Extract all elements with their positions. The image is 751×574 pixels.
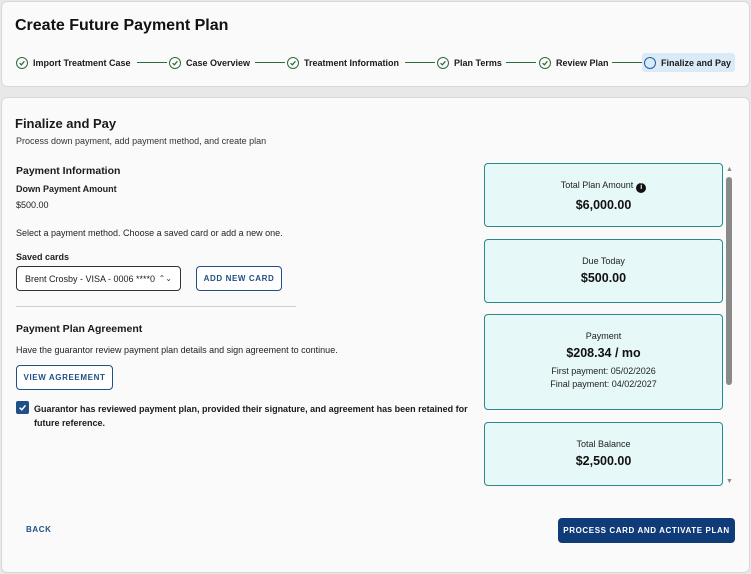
step-connector bbox=[405, 62, 435, 63]
header-panel bbox=[1, 1, 750, 87]
agreement-heading: Payment Plan Agreement bbox=[16, 323, 143, 335]
step-connector bbox=[137, 62, 167, 63]
due-today-card: Due Today $500.00 bbox=[484, 239, 723, 303]
step-label: Review Plan bbox=[556, 57, 609, 68]
check-circle-icon bbox=[287, 56, 299, 69]
view-agreement-button[interactable]: VIEW AGREEMENT bbox=[16, 365, 113, 390]
divider bbox=[16, 306, 296, 307]
step-finalize-and-pay[interactable]: Finalize and Pay bbox=[642, 53, 736, 72]
saved-cards-label: Saved cards bbox=[16, 252, 70, 262]
section-subtitle: Process down payment, add payment method… bbox=[16, 136, 267, 146]
payment-label: Payment bbox=[585, 331, 622, 341]
step-review-plan[interactable]: Review Plan bbox=[539, 53, 609, 72]
total-balance-card: Total Balance $2,500.00 bbox=[484, 422, 723, 486]
step-label: Treatment Information bbox=[304, 57, 400, 68]
step-connector bbox=[506, 62, 536, 63]
page-title: Create Future Payment Plan bbox=[15, 17, 229, 34]
payment-method-instruction: Select a payment method. Choose a saved … bbox=[16, 228, 283, 238]
stepper: Import Treatment Case Case Overview Trea… bbox=[16, 53, 736, 72]
guarantor-reviewed-label: Guarantor has reviewed payment plan, pro… bbox=[34, 404, 468, 428]
section-title: Finalize and Pay bbox=[15, 116, 117, 131]
guarantor-reviewed-checkbox[interactable] bbox=[16, 401, 29, 414]
step-treatment-information[interactable]: Treatment Information bbox=[287, 53, 399, 72]
total-balance-label: Total Balance bbox=[576, 439, 631, 449]
down-payment-value: $500.00 bbox=[16, 200, 49, 210]
step-case-overview[interactable]: Case Overview bbox=[169, 53, 250, 72]
info-icon[interactable]: i bbox=[636, 182, 647, 193]
step-connector bbox=[255, 62, 285, 63]
selected-card-value: Brent Crosby - VISA - 0006 ****0006 bbox=[25, 273, 155, 284]
check-circle-icon bbox=[16, 56, 28, 69]
step-connector bbox=[612, 62, 642, 63]
chevron-updown-icon: ⌃⌄ bbox=[158, 274, 172, 283]
saved-cards-select[interactable]: Brent Crosby - VISA - 0006 ****0006 ⌃⌄ bbox=[16, 266, 181, 291]
check-circle-icon bbox=[437, 56, 449, 69]
first-payment-date: First payment: 05/02/2026 bbox=[551, 366, 656, 376]
step-label: Import Treatment Case bbox=[33, 57, 131, 68]
step-label: Plan Terms bbox=[454, 57, 502, 68]
checkmark-icon bbox=[19, 404, 27, 411]
scroll-down-arrow-icon[interactable]: ▼ bbox=[726, 478, 733, 485]
step-import-treatment-case[interactable]: Import Treatment Case bbox=[16, 53, 131, 72]
circle-outline-icon bbox=[644, 56, 656, 69]
total-plan-amount-card: Total Plan Amount i $6,000.00 bbox=[484, 163, 723, 227]
final-payment-date: Final payment: 04/02/2027 bbox=[550, 379, 657, 389]
due-today-value: $500.00 bbox=[580, 271, 627, 285]
total-balance-value: $2,500.00 bbox=[575, 454, 632, 468]
total-plan-label: Total Plan Amount bbox=[560, 180, 634, 190]
due-today-label: Due Today bbox=[582, 256, 625, 266]
payment-info-heading: Payment Information bbox=[16, 165, 121, 177]
scroll-up-arrow-icon[interactable]: ▲ bbox=[726, 166, 733, 173]
payment-value: $208.34 / mo bbox=[566, 346, 641, 360]
down-payment-label: Down Payment Amount bbox=[16, 184, 117, 194]
back-button[interactable]: BACK bbox=[26, 525, 52, 534]
process-card-activate-plan-button[interactable]: PROCESS CARD AND ACTIVATE PLAN bbox=[558, 518, 735, 543]
check-circle-icon bbox=[169, 56, 181, 69]
step-plan-terms[interactable]: Plan Terms bbox=[437, 53, 502, 72]
add-new-card-button[interactable]: ADD NEW CARD bbox=[196, 266, 282, 291]
payment-card: Payment $208.34 / mo First payment: 05/0… bbox=[484, 314, 723, 410]
check-circle-icon bbox=[539, 56, 551, 69]
step-label: Case Overview bbox=[186, 57, 251, 68]
scrollbar-thumb[interactable] bbox=[726, 177, 732, 385]
total-plan-value: $6,000.00 bbox=[575, 197, 632, 212]
agreement-description: Have the guarantor review payment plan d… bbox=[16, 345, 338, 355]
step-label: Finalize and Pay bbox=[661, 57, 732, 68]
